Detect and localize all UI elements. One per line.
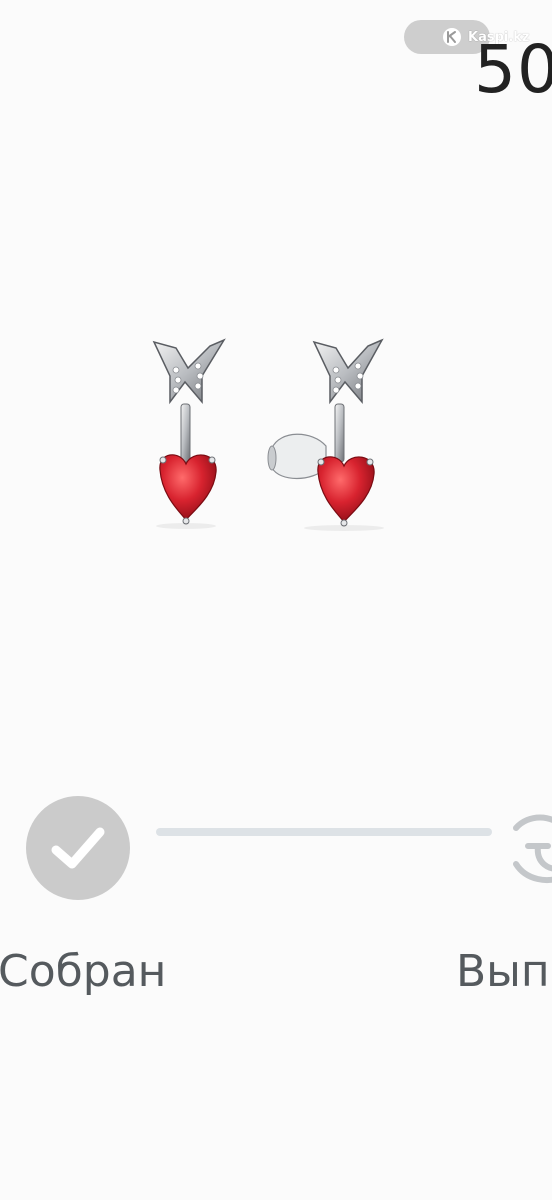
kaspi-logo-icon (443, 28, 461, 46)
step-label-next: Выпо (456, 946, 552, 997)
product-image[interactable] (130, 320, 420, 550)
step-label-completed: Собран (0, 946, 167, 997)
right-earring (267, 338, 384, 527)
left-earring (152, 338, 226, 525)
step-completed-indicator (26, 796, 130, 900)
status-progress-line (156, 828, 492, 836)
product-price: 50 (474, 31, 552, 108)
refresh-icon (513, 814, 552, 883)
check-icon (51, 827, 105, 869)
